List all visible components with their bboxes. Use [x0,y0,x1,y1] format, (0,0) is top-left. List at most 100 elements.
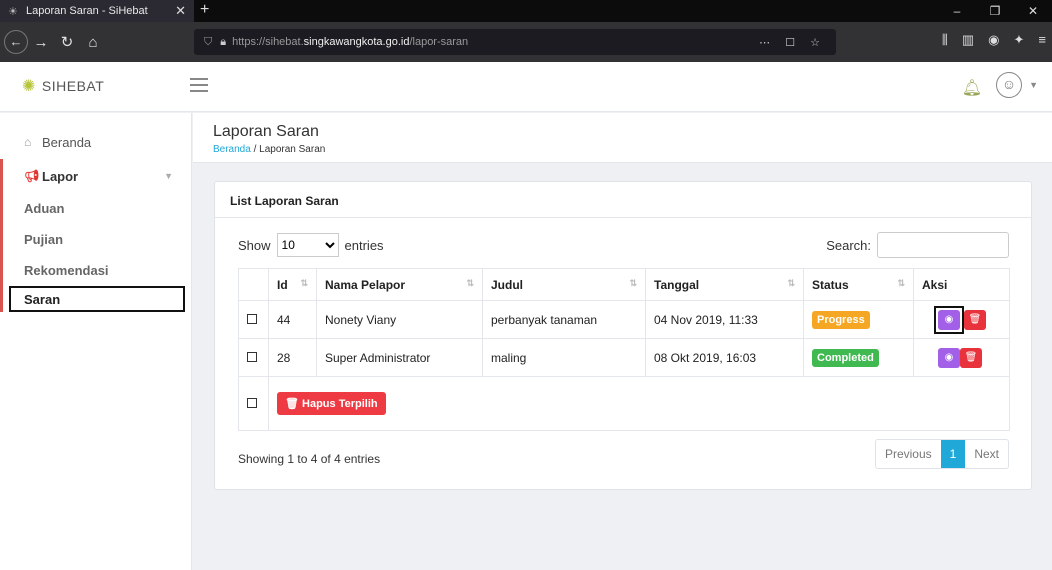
megaphone-icon: 📢︎ [24,169,40,183]
table-row: 44 Nonety Viany perbanyak tanaman 04 Nov… [238,300,1010,339]
tab-title: Laporan Saran - SiHebat [26,5,148,17]
view-button-highlight: ◉ [934,305,964,334]
cell-judul: perbanyak tanaman [482,300,646,339]
sort-icon: ⇅ [300,277,308,288]
app-logo[interactable]: ✺ SIHEBAT [22,76,104,96]
search-label: Search: [826,237,871,253]
sidebar-toggle-icon[interactable]: ▥ [962,32,974,48]
maximize-icon[interactable]: ❐ [976,0,1014,22]
select-column-header [238,268,269,301]
view-button[interactable]: ◉ [938,347,960,368]
trash-icon: 🗑︎ [968,313,982,325]
forward-icon[interactable]: → [28,34,54,51]
next-button[interactable]: Next [965,440,1008,468]
back-icon[interactable]: ← [4,30,28,54]
chevron-down-icon[interactable]: ▼ [1029,80,1038,90]
cell-judul: maling [482,338,646,377]
browser-tabbar: ☀ Laporan Saran - SiHebat ✕ + – ❐ ✕ [0,0,1052,22]
page-1-button[interactable]: 1 [940,440,966,468]
delete-button[interactable]: 🗑︎ [964,309,986,330]
close-tab-icon[interactable]: ✕ [175,3,186,19]
url-host: singkawangkota.go.id [303,36,410,48]
table-controls: Show 10 entries Search: [238,232,1009,258]
table-row: 28 Super Administrator maling 08 Okt 201… [238,338,1010,377]
column-header-id[interactable]: Id ⇅ [268,268,317,301]
page-header: Laporan Saran Beranda / Laporan Saran [193,113,1052,163]
breadcrumb-separator: / [253,144,257,155]
sidebar-submenu: Aduan Pujian Rekomendasi Saran [0,193,191,312]
view-button[interactable]: ◉ [938,309,960,330]
breadcrumb-home[interactable]: Beranda [213,144,251,155]
sidebar-item-rekomendasi[interactable]: Rekomendasi [3,255,191,286]
extension-icon[interactable]: ✦ [1014,32,1025,48]
sidebar-item-label: Saran [24,291,61,307]
hamburger-icon[interactable] [190,78,208,96]
cell-id: 44 [268,300,317,339]
pagination: Previous 1 Next [874,439,1009,469]
new-tab-button[interactable]: + [200,1,209,19]
app-header: ✺ SIHEBAT 🔔︎ ☺ ▼ [0,62,1052,112]
lock-icon: 🔒︎ [220,35,227,48]
window-controls: – ❐ ✕ [938,0,1052,22]
sidebar-item-saran[interactable]: Saran [9,286,185,312]
status-badge: Completed [812,348,879,367]
row-checkbox[interactable] [247,313,257,324]
close-window-icon[interactable]: ✕ [1014,0,1052,22]
delete-selected-button[interactable]: 🗑︎ Hapus Terpilih [277,392,386,415]
column-header-nama[interactable]: Nama Pelapor ⇅ [316,268,483,301]
avatar[interactable]: ☺ [996,72,1022,98]
eye-icon: ◉ [944,313,954,325]
sidebar-item-label: Aduan [24,201,65,216]
select-all-checkbox[interactable] [247,397,257,408]
column-header-judul[interactable]: Judul ⇅ [482,268,646,301]
trash-icon: 🗑︎ [964,351,978,363]
url-bar[interactable]: ⛉ 🔒︎ https://sihebat. singkawangkota.go.i… [194,29,836,55]
sort-icon: ⇅ [466,277,474,288]
page-size-select[interactable]: 10 [276,233,339,257]
sidebar-item-pujian[interactable]: Pujian [3,224,191,255]
eye-icon: ◉ [944,351,954,363]
show-label: Show [238,237,271,253]
home-icon[interactable]: ⌂ [80,34,106,51]
notification-bell-icon[interactable]: 🔔︎ [962,78,982,98]
trash-icon: 🗑︎ [285,398,299,410]
previous-button[interactable]: Previous [876,440,941,468]
url-prefix: https://sihebat. [232,36,304,48]
browser-tab[interactable]: ☀ Laporan Saran - SiHebat ✕ [0,0,194,22]
minimize-icon[interactable]: – [938,0,976,22]
sidebar-item-label: Lapor [42,168,79,184]
card-title: List Laporan Saran [215,182,1031,218]
column-header-aksi: Aksi [913,268,1010,301]
library-icon[interactable]: ⫼ [942,32,948,48]
sidebar-item-label: Beranda [42,134,92,150]
sidebar-item-lapor[interactable]: 📢︎ Lapor ▼ [0,159,191,193]
reload-icon[interactable]: ↻ [54,33,80,51]
sort-icon: ⇅ [629,277,637,288]
cell-id: 28 [268,338,317,377]
cell-nama: Nonety Viany [316,300,483,339]
search-input[interactable] [877,232,1009,258]
sidebar-item-label: Pujian [24,232,64,247]
delete-button[interactable]: 🗑︎ [960,347,982,368]
browser-toolbar-icons: ⫼ ▥ ◉ ✦ ≡ [942,32,1046,48]
menu-icon[interactable]: ≡ [1038,32,1046,48]
account-icon[interactable]: ◉ [988,32,999,48]
sort-icon: ⇅ [787,277,795,288]
row-checkbox[interactable] [247,351,257,362]
page-title: Laporan Saran [213,123,319,140]
app: ✺ SIHEBAT 🔔︎ ☺ ▼ ⌂ Beranda 📢︎ Lapor ▼ Ad… [0,62,1052,570]
chevron-down-icon: ▼ [164,171,173,181]
sidebar-item-beranda[interactable]: ⌂ Beranda [0,125,191,159]
cell-tanggal: 08 Okt 2019, 16:03 [645,338,804,377]
home-icon: ⌂ [24,135,32,149]
entries-label: entries [344,237,384,253]
url-path: /lapor-saran [409,36,469,48]
cell-tanggal: 04 Nov 2019, 11:33 [645,300,804,339]
sort-icon: ⇅ [897,277,905,288]
shield-icon: ⛉ [204,35,213,48]
column-header-tanggal[interactable]: Tanggal ⇅ [645,268,804,301]
sidebar-item-aduan[interactable]: Aduan [3,193,191,224]
list-card: List Laporan Saran Show 10 entries Searc… [214,181,1032,490]
column-header-status[interactable]: Status ⇅ [803,268,914,301]
page-actions-icon[interactable]: ⋯ ☐ ☆ [759,36,826,49]
